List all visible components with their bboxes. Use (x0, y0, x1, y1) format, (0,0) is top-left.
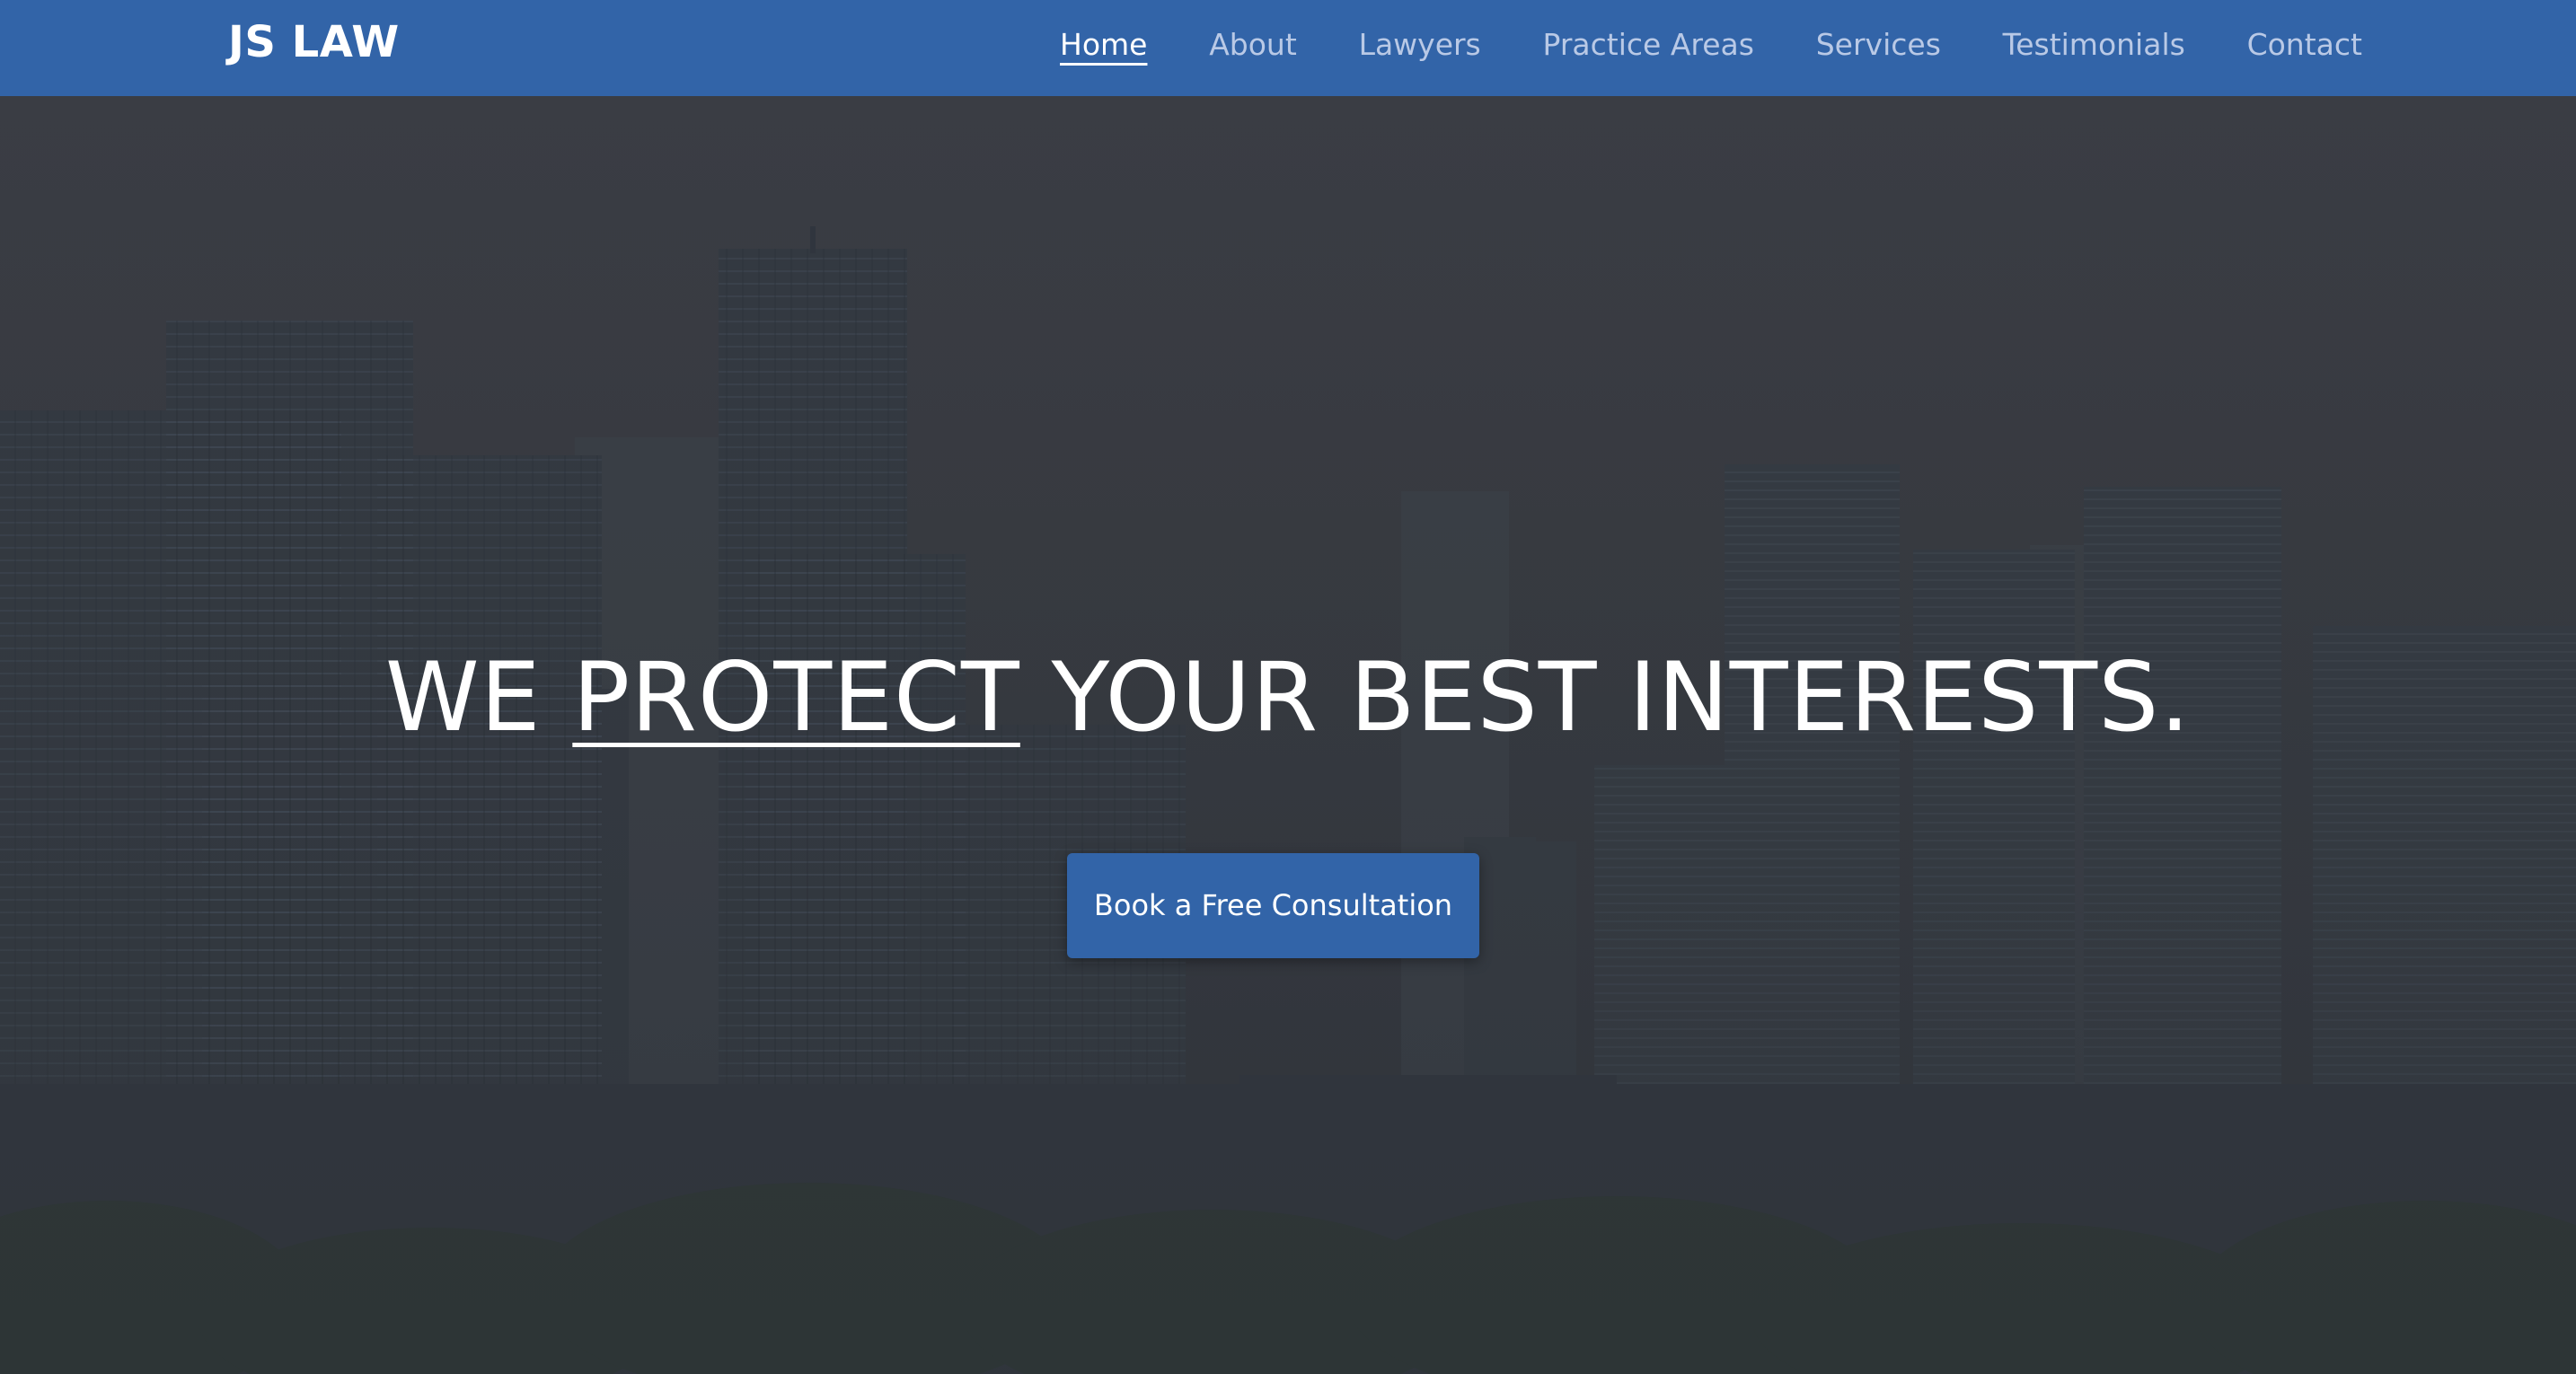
page: JS LAW Home About Lawyers Practice Areas… (0, 0, 2576, 1374)
headline-text-after: YOUR BEST INTERESTS. (1019, 642, 2192, 753)
nav-link-practice-areas[interactable]: Practice Areas (1543, 24, 1754, 66)
navbar: JS LAW Home About Lawyers Practice Areas… (0, 0, 2576, 96)
headline-text-before: WE (384, 642, 573, 753)
nav-link-home[interactable]: Home (1060, 24, 1147, 66)
main-nav: Home About Lawyers Practice Areas Servic… (1060, 22, 2362, 67)
hero-section: WE PROTECT YOUR BEST INTERESTS. Book a F… (0, 96, 2576, 1374)
brand-logo[interactable]: JS LAW (228, 15, 400, 69)
nav-link-services[interactable]: Services (1816, 24, 1941, 66)
nav-link-contact[interactable]: Contact (2247, 24, 2362, 66)
nav-link-lawyers[interactable]: Lawyers (1359, 24, 1481, 66)
nav-link-testimonials[interactable]: Testimonials (2003, 24, 2185, 66)
nav-link-about[interactable]: About (1209, 24, 1297, 66)
hero-headline: WE PROTECT YOUR BEST INTERESTS. (0, 639, 2576, 756)
headline-emphasis: PROTECT (572, 642, 1020, 753)
book-consultation-button[interactable]: Book a Free Consultation (1067, 853, 1479, 958)
